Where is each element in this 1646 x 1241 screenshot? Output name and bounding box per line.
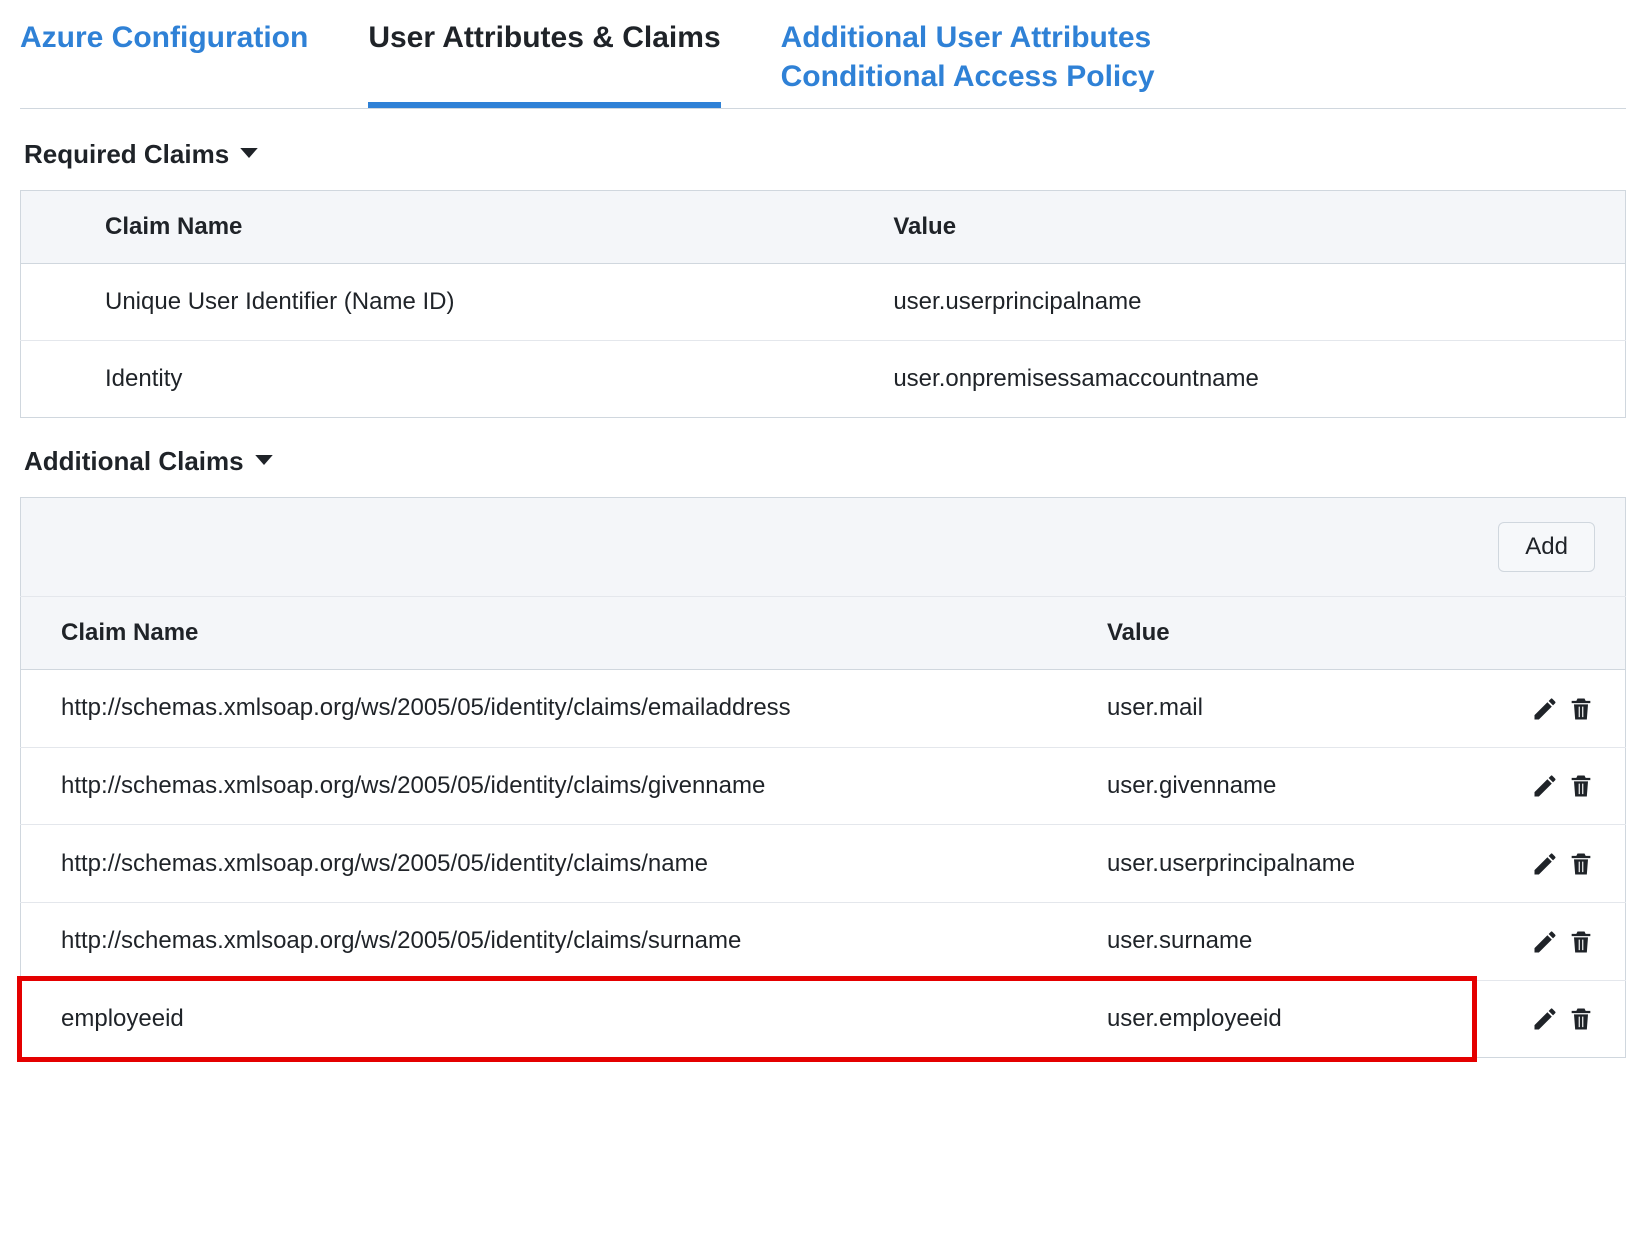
table-row: http://schemas.xmlsoap.org/ws/2005/05/id… [21,670,1626,748]
tab-user-attributes-claims[interactable]: User Attributes & Claims [368,10,720,108]
required-claims-label: Required Claims [24,139,229,170]
table-row: Identityuser.onpremisessamaccountname [21,341,1626,418]
delete-icon[interactable] [1567,850,1595,878]
claim-value-cell: user.surname [1067,902,1483,980]
tab-additional-line1: Additional User Attributes [781,18,1155,57]
claim-value-cell: user.mail [1067,670,1483,748]
edit-icon[interactable] [1531,928,1559,956]
delete-icon[interactable] [1567,695,1595,723]
add-claim-button[interactable]: Add [1498,522,1595,572]
column-header-claim-name: Claim Name [21,597,1067,670]
claim-name-cell: http://schemas.xmlsoap.org/ws/2005/05/id… [21,670,1067,748]
tab-azure-config[interactable]: Azure Configuration [20,10,308,108]
additional-claims-table: Add Claim Name Value http://schemas.xmls… [20,497,1626,1058]
claim-name-cell: http://schemas.xmlsoap.org/ws/2005/05/id… [21,902,1067,980]
tab-additional-user-attributes[interactable]: Additional User Attributes Conditional A… [781,10,1155,108]
required-claims-table: Claim Name Value Unique User Identifier … [20,190,1626,418]
tab-additional-line2: Conditional Access Policy [781,57,1155,96]
claim-name-cell: Unique User Identifier (Name ID) [21,264,810,341]
table-row: employeeiduser.employeeid [21,980,1626,1058]
additional-claims-toggle[interactable]: Additional Claims [24,446,1626,477]
caret-down-icon [254,446,274,477]
table-row: Unique User Identifier (Name ID)user.use… [21,264,1626,341]
delete-icon[interactable] [1567,1005,1595,1033]
delete-icon[interactable] [1567,928,1595,956]
table-row: http://schemas.xmlsoap.org/ws/2005/05/id… [21,825,1626,903]
column-header-value: Value [1067,597,1483,670]
claim-value-cell: user.userprincipalname [1067,825,1483,903]
edit-icon[interactable] [1531,695,1559,723]
edit-icon[interactable] [1531,1005,1559,1033]
claim-name-cell: employeeid [21,980,1067,1058]
table-row: http://schemas.xmlsoap.org/ws/2005/05/id… [21,902,1626,980]
column-header-claim-name: Claim Name [21,191,810,264]
column-header-value: Value [809,191,1625,264]
claim-value-cell: user.onpremisessamaccountname [809,341,1625,418]
claim-value-cell: user.employeeid [1067,980,1483,1058]
table-row: http://schemas.xmlsoap.org/ws/2005/05/id… [21,747,1626,825]
claim-name-cell: http://schemas.xmlsoap.org/ws/2005/05/id… [21,747,1067,825]
edit-icon[interactable] [1531,850,1559,878]
required-claims-toggle[interactable]: Required Claims [24,139,1626,170]
additional-claims-label: Additional Claims [24,446,244,477]
tab-bar: Azure Configuration User Attributes & Cl… [20,10,1626,109]
claim-value-cell: user.userprincipalname [809,264,1625,341]
claim-value-cell: user.givenname [1067,747,1483,825]
edit-icon[interactable] [1531,772,1559,800]
claim-name-cell: Identity [21,341,810,418]
caret-down-icon [239,139,259,170]
claim-name-cell: http://schemas.xmlsoap.org/ws/2005/05/id… [21,825,1067,903]
delete-icon[interactable] [1567,772,1595,800]
